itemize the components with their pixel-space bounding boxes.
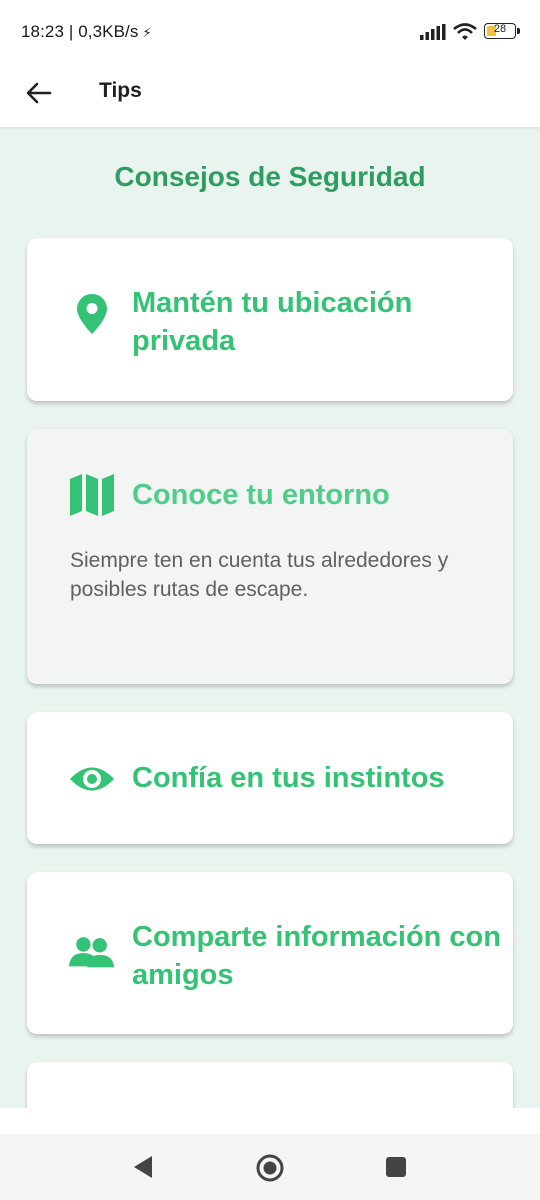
tip-description: Siempre ten en cuenta tus alrededores y … [70, 549, 449, 601]
bolt-icon: ⚡ [142, 25, 152, 40]
arrow-left-icon [26, 82, 52, 104]
tip-title: Conoce tu entorno [132, 479, 390, 511]
status-bar: 18:23 | 0,3KB/s ⚡ 28 [0, 0, 540, 62]
eye-icon [69, 764, 115, 794]
tip-title-line1: Comparte información con [132, 921, 501, 953]
nav-back-button[interactable] [130, 1154, 156, 1185]
home-circle-icon [256, 1154, 284, 1182]
location-pin-icon [69, 294, 115, 334]
back-button[interactable] [20, 74, 58, 112]
back-triangle-icon [134, 1156, 152, 1178]
tip-card-partial[interactable] [27, 1062, 513, 1108]
nav-recents-button[interactable] [384, 1154, 408, 1185]
wifi-icon [453, 23, 477, 40]
system-nav-bar [0, 1134, 540, 1200]
people-icon [69, 936, 115, 970]
status-time-speed: 18:23 | 0,3KB/s [21, 22, 139, 41]
signal-icon [420, 24, 446, 40]
tip-card-share-info[interactable]: Comparte información con amigos [27, 872, 513, 1034]
battery-icon: 28 [484, 23, 520, 39]
tips-content[interactable]: Consejos de Seguridad Mantén tu ubicació… [0, 128, 540, 1108]
map-icon [69, 474, 115, 516]
tip-title-line2: privada [132, 325, 236, 357]
tip-title-line1: Mantén tu ubicación [132, 287, 413, 319]
section-title: Consejos de Seguridad [114, 161, 426, 192]
tip-title: Confía en tus instintos [132, 762, 445, 794]
page-title: Tips [99, 79, 142, 102]
nav-home-button[interactable] [256, 1154, 284, 1187]
tip-card-surroundings[interactable]: Conoce tu entorno Siempre ten en cuenta … [27, 429, 513, 684]
recents-square-icon [386, 1157, 406, 1177]
tip-card-location[interactable]: Mantén tu ubicación privada [27, 238, 513, 401]
app-bar: Tips [0, 62, 540, 128]
tip-card-instincts[interactable]: Confía en tus instintos [27, 712, 513, 844]
battery-level: 28 [493, 23, 507, 35]
tip-title-line2: amigos [132, 959, 234, 991]
